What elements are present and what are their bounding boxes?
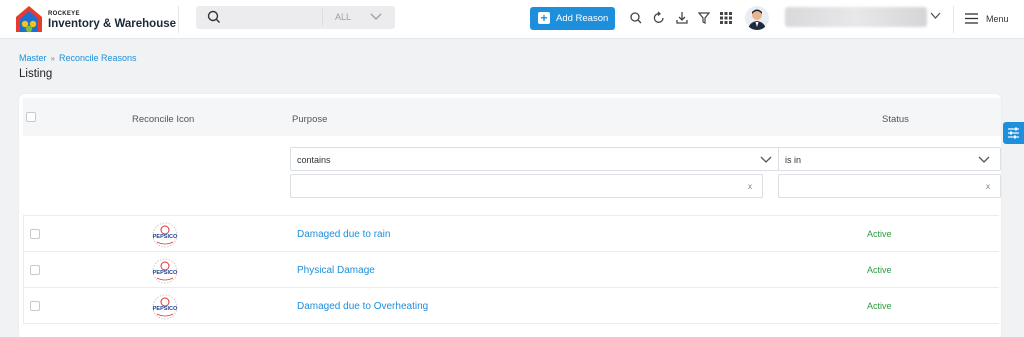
clear-purpose-filter-button[interactable]: x [748, 182, 752, 191]
chevron-down-icon [978, 156, 990, 163]
add-reason-label: Add Reason [556, 13, 609, 24]
filter-icon[interactable] [697, 11, 711, 25]
page-title: Listing [19, 68, 53, 80]
listing-card: Reconcile Icon Purpose Status contains x… [19, 94, 1001, 337]
brand-subtitle: ROCKEYE [48, 11, 80, 17]
pepsico-logo: PEPSICO [152, 258, 178, 284]
breadcrumb-separator-icon: » [50, 54, 55, 63]
divider [178, 6, 179, 33]
rockeye-logo[interactable] [14, 4, 44, 34]
svg-text:PEPSICO: PEPSICO [153, 234, 178, 240]
chevron-down-icon[interactable] [930, 12, 941, 20]
search-icon[interactable] [629, 11, 643, 25]
purpose-filter-operator[interactable]: contains [290, 147, 783, 171]
hamburger-icon[interactable] [965, 13, 978, 24]
search-scope-select[interactable]: ALL [335, 12, 351, 22]
refresh-icon[interactable] [652, 11, 666, 25]
global-search[interactable]: ALL [196, 6, 395, 29]
divider [322, 9, 323, 26]
status-badge: Active [867, 301, 892, 311]
column-header-status[interactable]: Status [882, 114, 909, 125]
apps-grid-icon[interactable] [719, 11, 733, 25]
table-row[interactable]: PEPSICO Damaged due to Overheating Activ… [23, 288, 999, 324]
plus-icon: + [538, 12, 550, 24]
add-reason-button[interactable]: + Add Reason [530, 7, 615, 30]
sliders-icon [1008, 127, 1019, 139]
pepsico-logo: PEPSICO [152, 294, 178, 320]
user-name-redacted[interactable] [785, 7, 927, 27]
download-icon[interactable] [675, 11, 689, 25]
chevron-down-icon [760, 156, 772, 163]
divider [23, 323, 999, 324]
top-bar: ROCKEYE Inventory & Warehouse ALL + Add … [0, 0, 1024, 39]
column-header-icon[interactable]: Reconcile Icon [132, 114, 194, 125]
row-checkbox[interactable] [30, 301, 40, 311]
clear-status-filter-button[interactable]: x [986, 182, 990, 191]
pepsico-logo: PEPSICO [152, 222, 178, 248]
search-icon [207, 10, 220, 23]
status-badge: Active [867, 265, 892, 275]
divider [953, 6, 954, 33]
status-filter-operator[interactable]: is in [778, 147, 1001, 171]
select-all-checkbox[interactable] [26, 112, 36, 122]
breadcrumb-master[interactable]: Master [19, 53, 47, 63]
row-purpose-link[interactable]: Damaged due to Overheating [297, 301, 428, 312]
breadcrumb-reconcile-reasons[interactable]: Reconcile Reasons [59, 53, 137, 63]
table-row[interactable]: PEPSICO Physical Damage Active [23, 252, 999, 288]
row-checkbox[interactable] [30, 265, 40, 275]
status-filter-input[interactable]: x [778, 174, 1001, 198]
breadcrumb: Master» Reconcile Reasons [19, 53, 137, 63]
purpose-filter-operator-value: contains [297, 155, 331, 165]
menu-button[interactable]: Menu [986, 14, 1009, 24]
status-filter-operator-value: is in [785, 155, 802, 165]
row-purpose-link[interactable]: Damaged due to rain [297, 229, 390, 240]
chevron-down-icon[interactable] [370, 13, 382, 21]
user-avatar[interactable] [745, 6, 769, 30]
column-settings-tab[interactable] [1003, 122, 1024, 144]
row-purpose-link[interactable]: Physical Damage [297, 265, 375, 276]
row-checkbox[interactable] [30, 229, 40, 239]
brand-name: Inventory & Warehouse [48, 18, 177, 30]
status-badge: Active [867, 229, 892, 239]
svg-text:PEPSICO: PEPSICO [153, 270, 178, 276]
table-header: Reconcile Icon Purpose Status [23, 98, 1001, 136]
table-row[interactable]: PEPSICO Damaged due to rain Active [23, 216, 999, 252]
purpose-filter-input[interactable]: x [290, 174, 763, 198]
column-header-purpose[interactable]: Purpose [292, 114, 327, 125]
svg-text:PEPSICO: PEPSICO [153, 306, 178, 312]
